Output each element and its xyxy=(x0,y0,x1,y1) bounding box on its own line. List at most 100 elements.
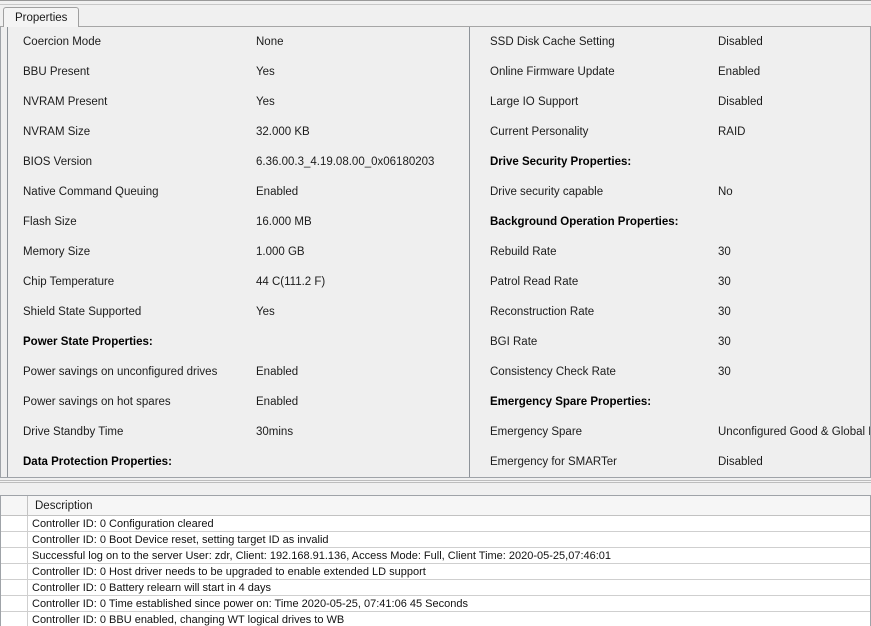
property-key: Emergency for SMARTer xyxy=(490,456,617,468)
event-log-row[interactable]: Controller ID: 0 Battery relearn will st… xyxy=(1,580,870,596)
properties-right-column: SSD Disk Cache Setting Disabled Online Fir… xyxy=(469,27,870,477)
property-row: Consistency Check Rate 30 xyxy=(470,357,870,387)
event-log-row-description: Controller ID: 0 Host driver needs to be… xyxy=(32,566,426,578)
property-key: SSD Disk Cache Setting xyxy=(490,36,615,48)
event-log-row-description: Successful log on to the server User: zd… xyxy=(32,550,612,562)
event-log-row-description: Controller ID: 0 Battery relearn will st… xyxy=(32,582,272,594)
event-log-row-index xyxy=(7,564,28,579)
property-key: Large IO Support xyxy=(490,96,579,108)
property-key: Drive Security Properties: xyxy=(490,156,632,168)
property-value: Enabled xyxy=(256,396,299,408)
event-log-row-description: Controller ID: 0 Boot Device reset, sett… xyxy=(32,534,329,546)
property-section-header: Data Protection Properties: xyxy=(8,447,467,477)
property-key: Shield State Supported xyxy=(23,306,142,318)
property-row: Large IO Support Disabled xyxy=(470,87,870,117)
properties-window: Properties Coercion Mode None BBU Present Y… xyxy=(0,0,871,626)
property-value: Enabled xyxy=(256,186,299,198)
property-value: Yes xyxy=(256,66,275,78)
property-row: Online Firmware Update Enabled xyxy=(470,57,870,87)
property-key: Emergency Spare Properties: xyxy=(490,396,652,408)
properties-panel-inner: Coercion Mode None BBU Present Yes NVRAM Pre… xyxy=(7,27,870,477)
property-row: BGI Rate 30 xyxy=(470,327,870,357)
property-key: Current Personality xyxy=(490,126,589,138)
property-section-header: Power State Properties: xyxy=(8,327,467,357)
property-key: Background Operation Properties: xyxy=(490,216,679,228)
property-key: BIOS Version xyxy=(23,156,93,168)
property-value: Enabled xyxy=(256,366,299,378)
property-key: Power savings on unconfigured drives xyxy=(23,366,218,378)
event-log-row[interactable]: Controller ID: 0 Configuration cleared xyxy=(1,516,870,532)
event-log-row-index xyxy=(7,532,28,547)
property-value: None xyxy=(256,36,284,48)
property-value: Disabled xyxy=(718,36,763,48)
properties-panel: Coercion Mode None BBU Present Yes NVRAM Pre… xyxy=(0,27,871,478)
event-log-header-index[interactable] xyxy=(7,496,28,515)
property-key: Chip Temperature xyxy=(23,276,115,288)
property-key: BBU Present xyxy=(23,66,90,78)
property-key: Emergency Spare xyxy=(490,426,583,438)
property-row: Shield State Supported Yes xyxy=(8,297,467,327)
property-row: Flash Size 16.000 MB xyxy=(8,207,467,237)
property-row: Current Personality RAID xyxy=(470,117,870,147)
event-log-row[interactable]: Controller ID: 0 BBU enabled, changing W… xyxy=(1,612,870,626)
property-row: Drive Standby Time 30mins xyxy=(8,417,467,447)
property-row: NVRAM Present Yes xyxy=(8,87,467,117)
property-key: NVRAM Present xyxy=(23,96,108,108)
property-key: Native Command Queuing xyxy=(23,186,159,198)
event-log-row-index xyxy=(7,580,28,595)
property-section-header: Drive Security Properties: xyxy=(470,147,870,177)
property-value: 1.000 GB xyxy=(256,246,305,258)
property-row: Emergency for SMARTer Disabled xyxy=(470,447,870,477)
property-row: Emergency Spare Unconfigured Good & Globa… xyxy=(470,417,870,447)
panel-splitter-handle[interactable] xyxy=(0,480,871,483)
property-value: Yes xyxy=(256,306,275,318)
property-value: 30 xyxy=(718,276,731,288)
property-key: Consistency Check Rate xyxy=(490,366,616,378)
property-value: 30 xyxy=(718,306,731,318)
property-key: Coercion Mode xyxy=(23,36,101,48)
event-log-panel: Description Controller ID: 0 Configurati… xyxy=(0,495,871,626)
property-value: 44 C(111.2 F) xyxy=(256,276,326,288)
event-log-header-description[interactable]: Description xyxy=(28,496,870,515)
property-key: BGI Rate xyxy=(490,336,538,348)
property-section-header: Background Operation Properties: xyxy=(470,207,870,237)
event-log-rows: Controller ID: 0 Configuration cleared Co… xyxy=(1,516,870,626)
event-log-row[interactable]: Controller ID: 0 Boot Device reset, sett… xyxy=(1,532,870,548)
property-value: Yes xyxy=(256,96,275,108)
event-log-row-description: Controller ID: 0 BBU enabled, changing W… xyxy=(32,614,345,626)
event-log-row-index xyxy=(7,548,28,563)
property-value: Disabled xyxy=(718,96,763,108)
event-log-header: Description xyxy=(1,496,870,516)
property-value: Unconfigured Good & Global Hotspare xyxy=(718,426,870,438)
event-log-row-index xyxy=(7,612,28,626)
property-value: RAID xyxy=(718,126,746,138)
property-value: Enabled xyxy=(718,66,761,78)
property-row: BIOS Version 6.36.00.3_4.19.08.00_0x06180… xyxy=(8,147,467,177)
property-value: Disabled xyxy=(718,456,763,468)
event-log-row[interactable]: Successful log on to the server User: zd… xyxy=(1,548,870,564)
property-row: Chip Temperature 44 C(111.2 F) xyxy=(8,267,467,297)
property-row: Power savings on hot spares Enabled xyxy=(8,387,467,417)
property-section-header: Emergency Spare Properties: xyxy=(470,387,870,417)
property-row: Coercion Mode None xyxy=(8,27,467,57)
tab-strip: Properties xyxy=(0,5,871,28)
property-key: NVRAM Size xyxy=(23,126,91,138)
property-value: 6.36.00.3_4.19.08.00_0x06180203 xyxy=(256,156,435,168)
event-log-row-description: Controller ID: 0 Time established since … xyxy=(32,598,468,610)
tab-properties[interactable]: Properties xyxy=(3,7,80,27)
property-row: Power savings on unconfigured drives Enab… xyxy=(8,357,467,387)
property-row: BBU Present Yes xyxy=(8,57,467,87)
property-row: Native Command Queuing Enabled xyxy=(8,177,467,207)
event-log-row-description: Controller ID: 0 Configuration cleared xyxy=(32,518,214,530)
property-row: Patrol Read Rate 30 xyxy=(470,267,870,297)
property-key: Flash Size xyxy=(23,216,77,228)
property-value: 32.000 KB xyxy=(256,126,310,138)
property-row: Rebuild Rate 30 xyxy=(470,237,870,267)
event-log-row[interactable]: Controller ID: 0 Time established since … xyxy=(1,596,870,612)
event-log-row[interactable]: Controller ID: 0 Host driver needs to be… xyxy=(1,564,870,580)
property-key: Patrol Read Rate xyxy=(490,276,579,288)
property-value: No xyxy=(718,186,733,198)
property-key: Drive security capable xyxy=(490,186,604,198)
property-value: 16.000 MB xyxy=(256,216,312,228)
panel-splitter[interactable] xyxy=(0,478,871,495)
